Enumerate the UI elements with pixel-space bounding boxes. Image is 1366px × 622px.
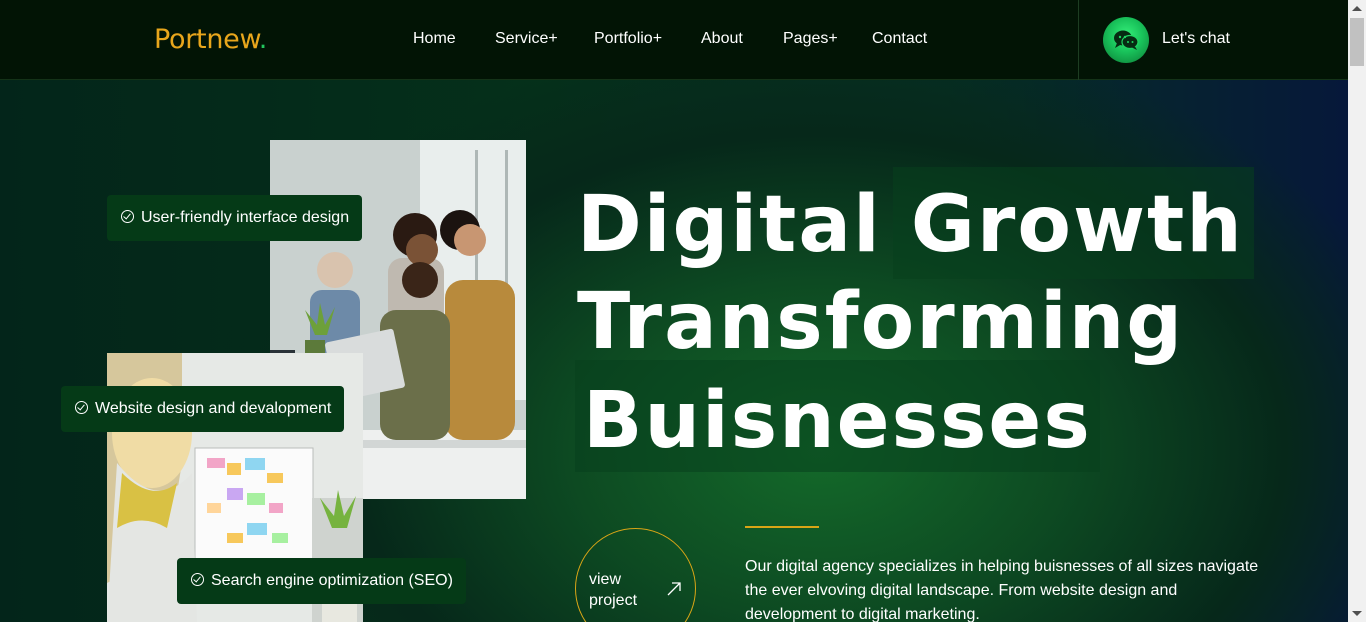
chat-label[interactable]: Let's chat [1162,30,1230,48]
headline-line-3: Buisnesses [583,376,1092,466]
logo-dot: . [258,24,268,55]
arrow-up-right-icon [667,582,681,596]
site-logo[interactable]: Portnew. [154,24,267,55]
scroll-up-icon[interactable] [1352,6,1362,11]
scrollbar-thumb[interactable] [1350,18,1364,66]
nav-about[interactable]: About [701,30,743,48]
feature-badge-label: User-friendly interface design [141,209,350,226]
chat-button[interactable] [1103,17,1149,63]
feature-badge-label: Search engine optimization (SEO) [211,572,453,589]
nav-home[interactable]: Home [413,30,456,48]
check-circle-icon [121,209,134,223]
nav-pages[interactable]: Pages+ [783,30,838,48]
check-circle-icon [75,400,88,414]
nav-service[interactable]: Service+ [495,30,558,48]
nav-contact[interactable]: Contact [872,30,927,48]
page-scrollbar[interactable] [1348,0,1366,622]
header-divider [1078,0,1079,80]
headline-line-1: Digital Growth [577,180,1244,270]
feature-badge-ui: User-friendly interface design [107,195,363,241]
chat-bubbles-icon [1114,30,1139,50]
accent-line [745,526,819,528]
nav-portfolio[interactable]: Portfolio+ [594,30,662,48]
view-project-button[interactable]: view project [575,528,696,622]
logo-text: Portnew [154,24,259,55]
feature-badge-label: Website design and devalopment [95,400,332,417]
scroll-down-icon[interactable] [1352,611,1362,616]
headline-line-2: Transforming [577,277,1185,367]
feature-badge-web: Website design and devalopment [61,386,345,432]
feature-badge-seo: Search engine optimization (SEO) [177,558,466,604]
check-circle-icon [191,572,204,586]
hero-description: Our digital agency specializes in helpin… [745,558,1259,622]
site-header: Portnew. Home Service+ Portfolio+ About … [0,0,1348,80]
hero-section: User-friendly interface design Website d… [0,80,1348,622]
view-project-label: view project [589,571,638,609]
